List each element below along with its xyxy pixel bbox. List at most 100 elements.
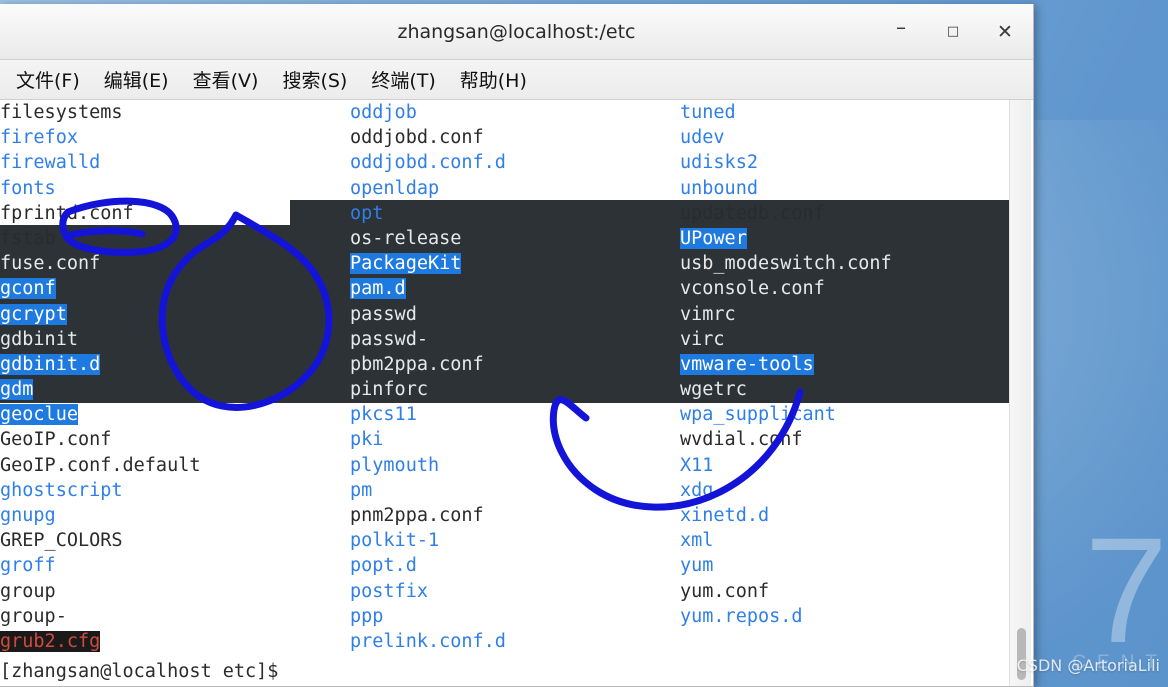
menu-item-help[interactable]: 帮助(H)	[450, 64, 537, 95]
file-entry: pki	[350, 429, 384, 451]
file-entry: wgetrc	[680, 379, 747, 401]
file-entry: updatedb.conf	[680, 202, 825, 224]
file-entry: xinetd.d	[680, 505, 770, 526]
file-entry: wvdial.conf	[680, 429, 803, 451]
terminal-line: pkcs11	[350, 402, 680, 427]
terminal-line: wvdial.conf	[680, 427, 1010, 452]
file-entry: pam.d	[350, 278, 406, 300]
file-entry: gconf	[0, 278, 56, 300]
centos-version-number: 7	[1084, 506, 1168, 674]
file-entry: X11	[680, 454, 714, 476]
terminal-line: UPower	[680, 226, 1010, 251]
file-entry: GeoIP.conf.default	[0, 454, 201, 476]
terminal-line: unbound	[680, 176, 1010, 201]
terminal-line: GeoIP.conf	[0, 427, 350, 452]
menubar: 文件(F) 编辑(E) 查看(V) 搜索(S) 终端(T) 帮助(H)	[0, 60, 1033, 100]
file-entry: gnupg	[0, 505, 56, 526]
terminal-line: updatedb.conf	[680, 201, 1010, 226]
minimize-icon[interactable]: –	[887, 15, 915, 46]
terminal-line: ppp	[350, 604, 680, 629]
file-entry: oddjobd.conf.d	[350, 152, 506, 174]
menu-item-search[interactable]: 搜索(S)	[272, 64, 357, 95]
terminal-line: pam.d	[350, 276, 680, 301]
terminal-line: xinetd.d	[680, 503, 1010, 528]
terminal-line: fuse.conf	[0, 251, 350, 276]
terminal-line: wgetrc	[680, 377, 1010, 402]
terminal-line: virc	[680, 327, 1010, 352]
terminal-line: oddjobd.conf	[350, 125, 680, 150]
terminal-line: usb_modeswitch.conf	[680, 251, 1010, 276]
terminal-line: PackageKit	[350, 251, 680, 276]
file-entry: wpa_supplicant	[680, 404, 836, 426]
file-entry: filesystems	[0, 102, 123, 123]
terminal-line: xml	[680, 528, 1010, 553]
terminal-line: yum.conf	[680, 579, 1010, 604]
file-entry: polkit-1	[350, 530, 440, 552]
file-entry: fstab	[0, 227, 56, 249]
terminal-line: passwd	[350, 302, 680, 327]
terminal-line: plymouth	[350, 453, 680, 478]
terminal-line: geoclue	[0, 402, 350, 427]
terminal-line: GREP_COLORS	[0, 528, 350, 553]
terminal-line: xdg	[680, 478, 1010, 503]
terminal-column-1: filesystems firefox firewalld fonts fprintd.…	[0, 100, 350, 654]
terminal-line: fonts	[0, 176, 350, 201]
terminal-line: pm	[350, 478, 680, 503]
terminal-line: gnupg	[0, 503, 350, 528]
file-entry: prelink.conf.d	[350, 630, 506, 652]
terminal-output: filesystems firefox firewalld fonts fprintd.…	[0, 100, 1010, 686]
file-entry: vimrc	[680, 303, 736, 325]
terminal-line: gdm	[0, 377, 350, 402]
file-entry: os-release	[350, 227, 462, 249]
file-entry: ppp	[350, 605, 384, 627]
terminal-line: yum	[680, 553, 1010, 578]
terminal-column-3: tuned udev udisks2 unbound updatedb.conf UPow…	[680, 100, 1010, 629]
close-icon[interactable]: ✕	[991, 18, 1019, 46]
file-entry: GeoIP.conf	[0, 429, 112, 451]
terminal-line: postfix	[350, 579, 680, 604]
file-entry: geoclue	[0, 404, 78, 426]
file-entry: xdg	[680, 479, 714, 501]
file-entry: popt.d	[350, 555, 417, 577]
file-entry: oddjobd.conf	[350, 127, 484, 149]
terminal-line: group-	[0, 604, 350, 629]
terminal-line: wpa_supplicant	[680, 402, 1010, 427]
terminal-body[interactable]: filesystems firefox firewalld fonts fprintd.…	[0, 100, 1033, 686]
file-entry: xml	[680, 530, 714, 552]
shell-prompt: [zhangsan@localhost etc]$	[0, 661, 279, 682]
file-entry: yum	[680, 555, 714, 577]
file-entry: grub2.cfg	[0, 630, 101, 652]
terminal-line: groff	[0, 553, 350, 578]
terminal-line: gdbinit	[0, 327, 350, 352]
terminal-line: GeoIP.conf.default	[0, 453, 350, 478]
menu-item-view[interactable]: 查看(V)	[183, 64, 269, 95]
file-entry: tuned	[680, 102, 736, 123]
maximize-icon[interactable]: □	[939, 18, 967, 46]
file-entry: group-	[0, 605, 67, 627]
terminal-column-2: oddjob oddjobd.conf oddjobd.conf.d openldap…	[350, 100, 680, 654]
file-entry: virc	[680, 328, 725, 350]
terminal-line: polkit-1	[350, 528, 680, 553]
terminal-line: group	[0, 579, 350, 604]
terminal-line: opt	[350, 201, 680, 226]
terminal-line: vmware-tools	[680, 352, 1010, 377]
file-entry: gdbinit.d	[0, 353, 101, 375]
file-entry: plymouth	[350, 454, 440, 476]
menu-item-edit[interactable]: 编辑(E)	[94, 64, 179, 95]
titlebar[interactable]: zhangsan@localhost:/etc – □ ✕	[0, 4, 1033, 60]
file-entry: passwd-	[350, 328, 428, 350]
file-entry: oddjob	[350, 102, 417, 123]
terminal-line: gconf	[0, 276, 350, 301]
file-entry: GREP_COLORS	[0, 530, 123, 552]
file-entry: udev	[680, 127, 725, 149]
terminal-line: vimrc	[680, 302, 1010, 327]
file-entry: postfix	[350, 580, 428, 602]
file-entry: gdbinit	[0, 328, 78, 350]
terminal-scrollbar[interactable]	[1009, 100, 1031, 686]
terminal-line: ghostscript	[0, 478, 350, 503]
window-controls: – □ ✕	[887, 4, 1019, 59]
menu-item-file[interactable]: 文件(F)	[6, 64, 90, 95]
menu-item-terminal[interactable]: 终端(T)	[361, 64, 445, 95]
file-entry: group	[0, 580, 56, 602]
file-entry: udisks2	[680, 152, 758, 174]
